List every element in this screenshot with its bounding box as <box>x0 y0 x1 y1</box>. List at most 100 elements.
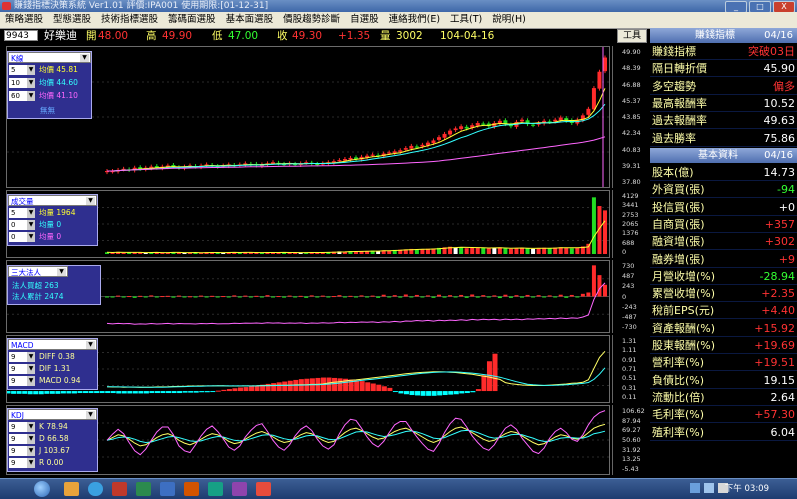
macd-bar <box>154 391 160 394</box>
window-icon[interactable] <box>232 482 247 496</box>
volume-bar <box>525 248 530 254</box>
indicator-row-key: 過去報酬率 <box>652 114 707 128</box>
kdj-d-text: D 66.58 <box>39 434 69 443</box>
chevron-down-icon: ▼ <box>27 208 35 218</box>
kdj-selector[interactable]: KDJ ▼ <box>8 409 97 420</box>
indicator-row-key: 多空趨勢 <box>652 79 696 93</box>
institutional-selector[interactable]: 三大法人 ▼ <box>8 266 68 277</box>
window-title-bar[interactable]: 賺錢指標決策系統 Ver1.01 評價:IPA001 使用期限:[01-12-3… <box>0 0 797 12</box>
media-icon[interactable] <box>112 482 127 496</box>
institutional-bar <box>354 296 358 298</box>
menu-watchlist[interactable]: 自選股 <box>345 12 384 28</box>
kline-axis-tick: 42.34 <box>622 129 641 138</box>
volume-bar <box>575 247 580 254</box>
institutional-bar <box>409 296 414 298</box>
indicator-row-value: 突破03日 <box>748 45 795 58</box>
stock-code-input[interactable]: 9943 <box>4 30 38 41</box>
ma10-line <box>107 103 606 172</box>
macd-bar <box>287 380 293 392</box>
menu-fundamental[interactable]: 基本面選股 <box>221 12 279 28</box>
macd-selector-label: MACD <box>11 341 34 350</box>
kdj-period-4[interactable]: 9 ▼ <box>9 458 35 468</box>
institutional-bar <box>453 296 458 298</box>
institutional-bar <box>359 295 364 297</box>
kdj-period-3[interactable]: 9 ▼ <box>9 446 35 456</box>
candle-body <box>586 108 591 115</box>
kdj-period-2[interactable]: 9 ▼ <box>9 434 35 444</box>
volume-period-3[interactable]: 0 ▼ <box>9 232 35 242</box>
network-icon[interactable] <box>690 483 700 493</box>
tools-button[interactable]: 工具 <box>617 29 647 43</box>
volume-ma1-text: 均量 1964 <box>39 208 76 217</box>
institutional-bar <box>298 295 303 297</box>
chat-icon[interactable] <box>208 482 223 496</box>
kline-period-2[interactable]: 10 ▼ <box>9 78 35 88</box>
kline-selector[interactable]: K線 ▼ <box>8 52 91 63</box>
fundamental-row: 負債比(%) 19.15 <box>650 372 797 389</box>
candle-body <box>437 137 441 140</box>
volume-period-1[interactable]: 5 ▼ <box>9 208 35 218</box>
folder-icon[interactable] <box>64 482 79 496</box>
menu-chip[interactable]: 籌碼面選股 <box>163 12 221 28</box>
kline-period-3[interactable]: 60 ▼ <box>9 91 35 101</box>
fundamental-row-key: 股東報酬(%) <box>652 339 716 352</box>
institutional-bar <box>514 295 519 297</box>
maximize-button[interactable]: □ <box>749 1 771 12</box>
volume-bar <box>121 252 126 254</box>
app-icon[interactable] <box>136 482 151 496</box>
chevron-down-icon: ▼ <box>27 78 35 88</box>
candle-body <box>520 119 524 122</box>
fundamental-row: 殖利率(%) 6.04 <box>650 424 797 441</box>
menu-help[interactable]: 說明(H) <box>487 12 531 28</box>
windows-start-icon[interactable] <box>34 481 50 497</box>
kline-period-1[interactable]: 5 ▼ <box>9 65 35 75</box>
chevron-down-icon: ▼ <box>27 422 35 432</box>
menu-technical[interactable]: 技術指標選股 <box>96 12 163 28</box>
window-title: 賺錢指標決策系統 Ver1.01 評價:IPA001 使用期限:[01-12-3… <box>14 1 269 11</box>
kline-extra: 無無 <box>40 106 55 115</box>
volume-icon[interactable] <box>704 483 714 493</box>
macd-bar <box>138 391 144 394</box>
high-label: 高 <box>146 30 157 42</box>
institutional-bar <box>243 295 248 297</box>
minimize-button[interactable]: _ <box>725 1 747 12</box>
kdj-period-1[interactable]: 9 ▼ <box>9 422 35 432</box>
macd-axis-tick: 0.91 <box>622 355 637 364</box>
institutional-bar <box>221 296 226 298</box>
candle-body <box>597 71 602 89</box>
fundamental-row-value: +0 <box>778 200 795 214</box>
volume-bar <box>531 248 536 254</box>
volume-bar <box>453 247 458 254</box>
macd-bar <box>199 391 205 393</box>
menu-pattern[interactable]: 型態選股 <box>48 12 96 28</box>
quote-date: 104-04-16 <box>440 30 495 42</box>
volume-selector[interactable]: 成交量 ▼ <box>8 195 97 206</box>
browser-icon[interactable] <box>88 482 103 496</box>
macd-period-3[interactable]: 9 ▼ <box>9 376 35 386</box>
menu-trend[interactable]: 價股趨勢診斷 <box>278 12 345 28</box>
macd-bar <box>376 384 382 392</box>
kline-axis-tick: 45.37 <box>622 96 641 105</box>
macd-selector[interactable]: MACD ▼ <box>8 339 97 350</box>
institutional-bar <box>553 296 558 298</box>
tool-icon[interactable] <box>184 482 199 496</box>
macd-period-1[interactable]: 9 ▼ <box>9 352 35 362</box>
menu-contact[interactable]: 連絡我們(E) <box>384 12 445 28</box>
kdj-selector-label: KDJ <box>11 411 24 420</box>
volume-period-2[interactable]: 0 ▼ <box>9 220 35 230</box>
volume-bar <box>520 247 524 254</box>
menu-strategy[interactable]: 策略選股 <box>0 12 48 28</box>
institutional-bar <box>392 295 397 297</box>
kdj-line-k <box>106 423 606 447</box>
explorer-icon[interactable] <box>160 482 175 496</box>
fundamental-row: 融券增(張) +9 <box>650 251 797 268</box>
stock-app-icon[interactable] <box>256 482 271 496</box>
kdj-legend: KDJ ▼ 9 ▼ K 78.94 9 ▼ D 66.58 9 ▼ J 103.67 9 ▼ R … <box>7 408 98 472</box>
close-button[interactable]: X <box>773 1 795 12</box>
menu-tools[interactable]: 工具(T) <box>445 12 487 28</box>
macd-bar <box>237 387 243 392</box>
kline-axis-tick: 43.85 <box>622 113 641 121</box>
macd-period-2[interactable]: 9 ▼ <box>9 364 35 374</box>
macd-legend: MACD ▼ 9 ▼ DIFF 0.38 9 ▼ DIF 1.31 9 ▼ MACD 0.94 <box>7 338 98 390</box>
macd-bar <box>232 388 238 392</box>
